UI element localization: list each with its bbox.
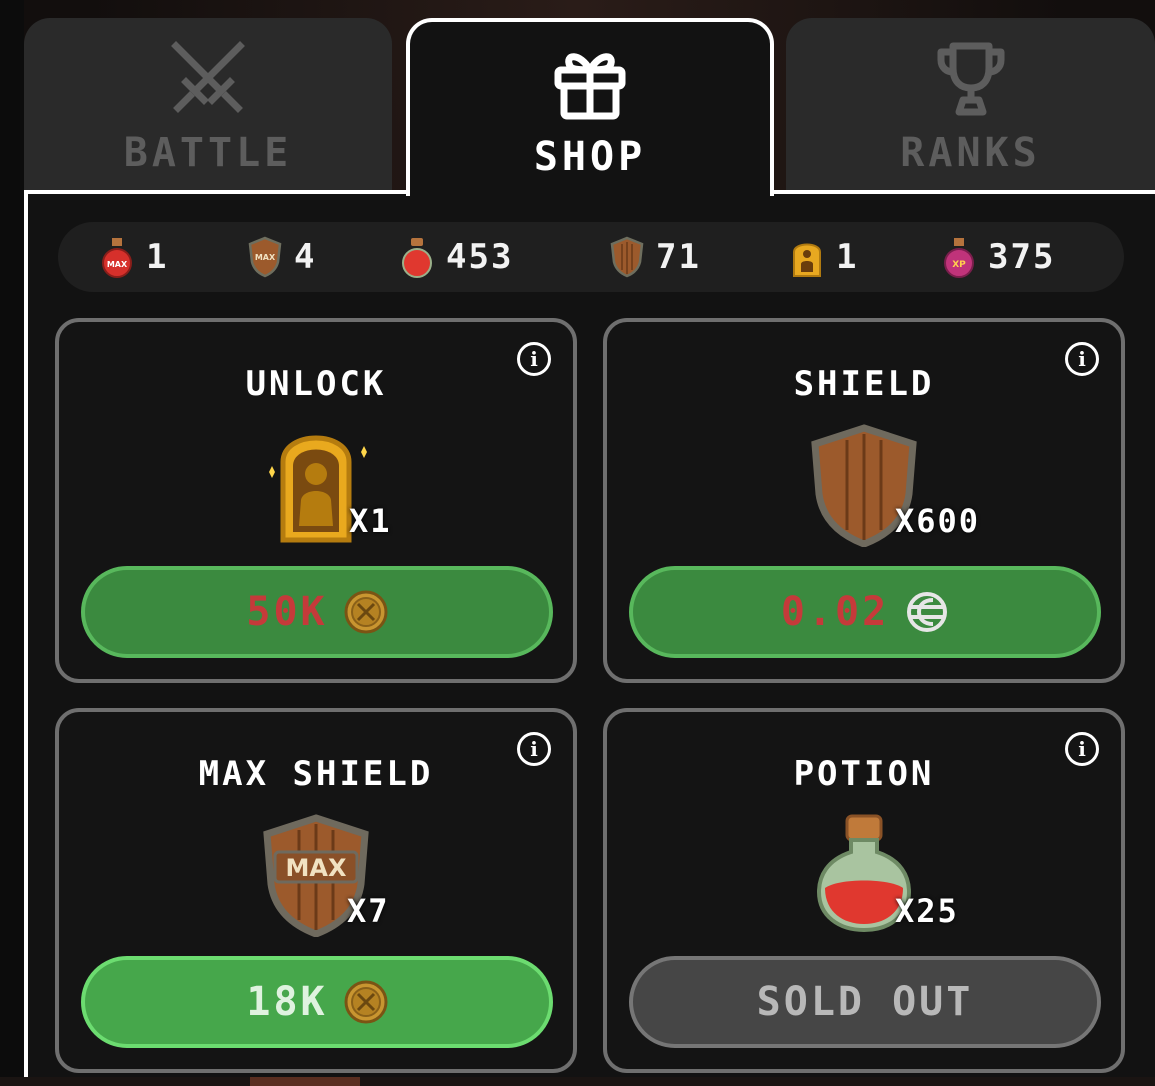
coin-icon (344, 980, 388, 1024)
sold-out-label: SOLD OUT (756, 979, 974, 1025)
resource-bar: MAX 1 MAX 4 453 71 1 XP 375 (58, 222, 1124, 292)
crypto-token-icon (907, 592, 948, 632)
sold-out-button[interactable]: SOLD OUT (629, 956, 1101, 1048)
card-title: UNLOCK (245, 364, 387, 404)
coin-icon (344, 590, 388, 634)
resource-potion: 453 (400, 222, 513, 292)
tab-battle-label: BATTLE (123, 130, 293, 176)
unlock-icon (793, 243, 821, 277)
card-title: POTION (793, 754, 935, 794)
svg-text:XP: XP (952, 260, 966, 270)
shop-card-potion: i POTION X25 SOLD OUT (603, 708, 1125, 1073)
item-quantity: X25 (895, 892, 959, 930)
shop-card-max-shield: i MAX SHIELD MAX X7 18K (55, 708, 577, 1073)
resource-max-shield: MAX 4 (248, 222, 316, 292)
max-shield-icon: MAX (248, 236, 282, 278)
buy-button[interactable]: 18K (81, 956, 553, 1048)
card-title: MAX SHIELD (198, 754, 434, 794)
svg-text:MAX: MAX (255, 253, 276, 262)
buy-button[interactable]: 50K (81, 566, 553, 658)
buy-button[interactable]: 0.02 (629, 566, 1101, 658)
shield-icon (610, 236, 644, 278)
price-label: 50K (246, 589, 328, 635)
item-quantity: X1 (349, 502, 392, 540)
svg-text:MAX: MAX (107, 260, 128, 269)
price-label: 18K (246, 979, 328, 1025)
svg-text:MAX: MAX (286, 854, 347, 882)
price-label: 0.02 (780, 589, 890, 635)
xp-potion-icon: XP (944, 238, 974, 278)
left-edge (0, 0, 24, 1077)
item-quantity: X600 (895, 502, 981, 540)
potion-icon (402, 238, 432, 278)
trophy-icon (937, 42, 1004, 116)
tab-shop[interactable]: SHOP (406, 18, 774, 196)
gift-icon (554, 53, 626, 120)
item-quantity: X7 (347, 892, 390, 930)
active-tab-join (410, 186, 768, 198)
tab-ranks[interactable]: RANKS (786, 18, 1155, 196)
tab-ranks-label: RANKS (900, 130, 1041, 176)
tab-battle[interactable]: BATTLE (24, 18, 392, 196)
crossed-swords-icon (171, 41, 245, 113)
resource-unlock: 1 (790, 222, 858, 292)
resource-max-potion: MAX 1 (100, 222, 168, 292)
shop-card-unlock: i UNLOCK X1 50K (55, 318, 577, 683)
shop-card-shield: i SHIELD X600 0.02 (603, 318, 1125, 683)
max-potion-icon: MAX (102, 238, 132, 278)
card-title: SHIELD (793, 364, 935, 404)
tab-shop-label: SHOP (533, 134, 647, 180)
resource-shield: 71 (610, 222, 701, 292)
resource-xp-potion: XP 375 (942, 222, 1055, 292)
